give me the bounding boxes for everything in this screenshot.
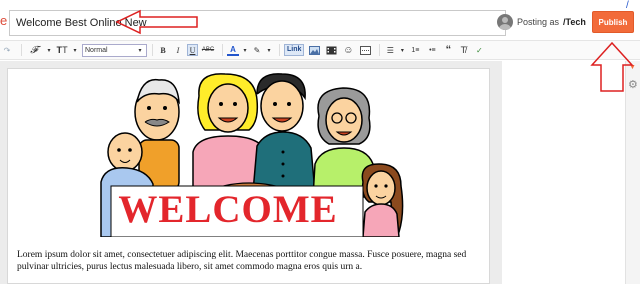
format-dropdown-icon[interactable]: ▾ <box>135 42 145 58</box>
italic-icon[interactable]: I <box>172 42 184 58</box>
numbered-list-icon[interactable]: 1≡ <box>408 42 422 58</box>
collapse-caret-icon[interactable]: ▼ <box>629 64 636 71</box>
posting-as: Posting as /Tech <box>497 14 586 30</box>
jump-break-icon[interactable] <box>358 42 372 58</box>
video-icon[interactable] <box>324 42 338 58</box>
right-panel <box>502 61 640 284</box>
underline-icon[interactable]: U <box>187 44 198 56</box>
toolbar-divider <box>279 44 280 56</box>
text-color-icon[interactable]: A <box>227 45 239 56</box>
post-body-paragraph[interactable]: Lorem ipsum dolor sit amet, consectetuer… <box>17 250 487 273</box>
gear-icon[interactable]: ⚙ <box>628 78 638 91</box>
publish-button[interactable]: Publish <box>592 11 634 33</box>
link-button[interactable]: Link <box>284 44 305 56</box>
post-title-input[interactable] <box>9 10 506 36</box>
blogger-post-editor: { "colors": { "accent": "#f26b3a", "anno… <box>0 0 640 284</box>
text-color-dropdown-icon[interactable]: ▾ <box>242 42 248 58</box>
font-size-dropdown-icon[interactable]: ▾ <box>71 42 79 58</box>
avatar[interactable] <box>497 14 513 30</box>
align-icon[interactable]: ☰ <box>384 42 396 58</box>
welcome-banner-text: WELCOME <box>118 188 338 231</box>
strikethrough-icon[interactable]: ABC <box>201 42 215 58</box>
align-dropdown-icon[interactable]: ▾ <box>399 42 405 58</box>
image-icon[interactable] <box>307 42 321 58</box>
bulleted-list-icon[interactable]: •≡ <box>425 42 439 58</box>
font-family-dropdown-icon[interactable]: ▾ <box>45 42 53 58</box>
edge-glyph: e <box>0 13 8 28</box>
toolbar-divider <box>152 44 153 56</box>
undo-icon[interactable]: ↷ <box>0 42 14 58</box>
posting-as-label: Posting as <box>517 17 560 27</box>
font-size-icon[interactable]: 𝐓T <box>56 42 68 58</box>
spellcheck-icon[interactable]: ✓ <box>472 42 486 58</box>
highlight-icon[interactable]: ✎ <box>251 42 263 58</box>
toolbar-divider <box>21 44 22 56</box>
top-bar: e Posting as /Tech Publish / <box>0 0 640 40</box>
special-chars-icon[interactable]: ☺ <box>341 42 355 58</box>
font-family-icon[interactable]: 𝓕 <box>26 42 42 58</box>
quote-icon[interactable]: “ <box>442 42 454 58</box>
author-name: /Tech <box>563 17 586 27</box>
formatting-toolbar: ↷ 𝓕 ▾ 𝐓T ▾ Normal ▾ B I U ABC A ▾ ✎ ▾ Li… <box>0 40 640 60</box>
clear-format-icon[interactable]: T̸ <box>457 42 469 58</box>
edge-slash: / <box>626 0 629 11</box>
toolbar-divider <box>379 44 381 56</box>
highlight-dropdown-icon[interactable]: ▾ <box>266 42 272 58</box>
toolbar-divider <box>222 44 223 56</box>
bold-icon[interactable]: B <box>157 42 169 58</box>
settings-sidebar <box>625 61 640 284</box>
